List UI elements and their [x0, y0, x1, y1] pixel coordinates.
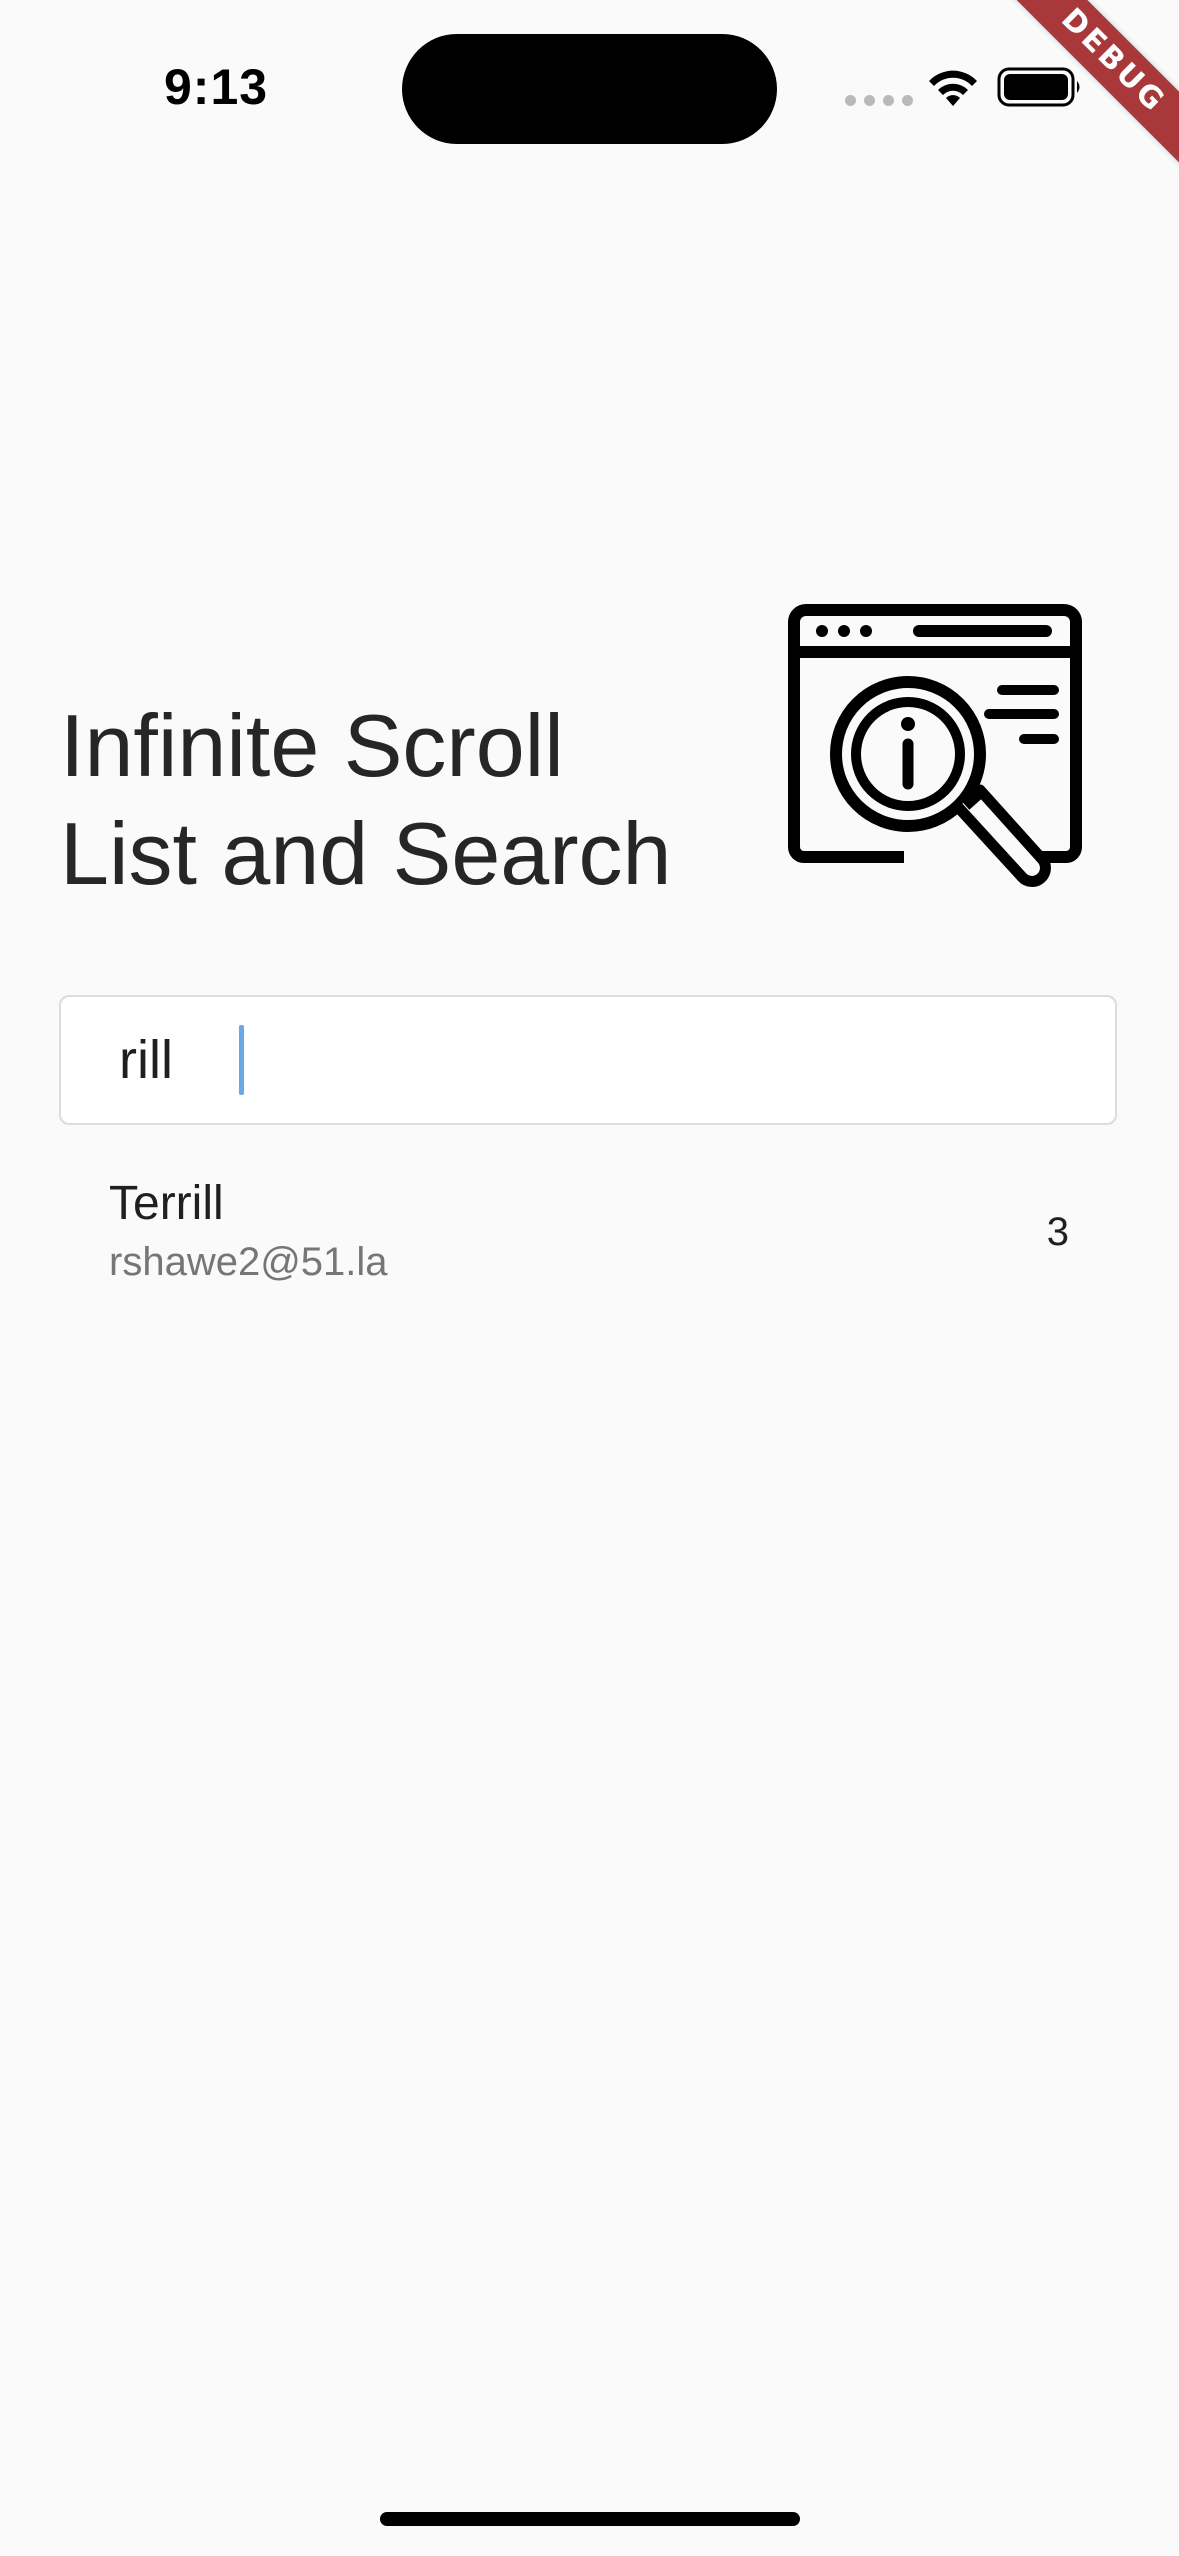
- result-email: rshawe2@51.la: [109, 1240, 388, 1284]
- result-name: Terrill: [109, 1177, 224, 1230]
- browser-magnifier-info-icon: [788, 604, 1082, 887]
- signal-dots: [845, 95, 913, 106]
- result-count: 3: [1046, 1210, 1069, 1254]
- status-time: 9:13: [164, 59, 269, 115]
- text-caret: [239, 1025, 244, 1095]
- page-title-line-1: Infinite Scroll: [60, 696, 564, 795]
- wifi-icon: [929, 70, 977, 106]
- home-indicator[interactable]: [380, 2512, 800, 2526]
- search-input[interactable]: [119, 997, 1079, 1123]
- battery-icon: [997, 67, 1080, 107]
- dynamic-island: [402, 34, 777, 144]
- list-item[interactable]: Terrill rshawe2@51.la 3: [0, 1160, 1179, 1300]
- page-title: Infinite Scroll List and Search: [60, 692, 760, 908]
- page-title-line-2: List and Search: [60, 804, 672, 903]
- search-field[interactable]: [59, 995, 1117, 1125]
